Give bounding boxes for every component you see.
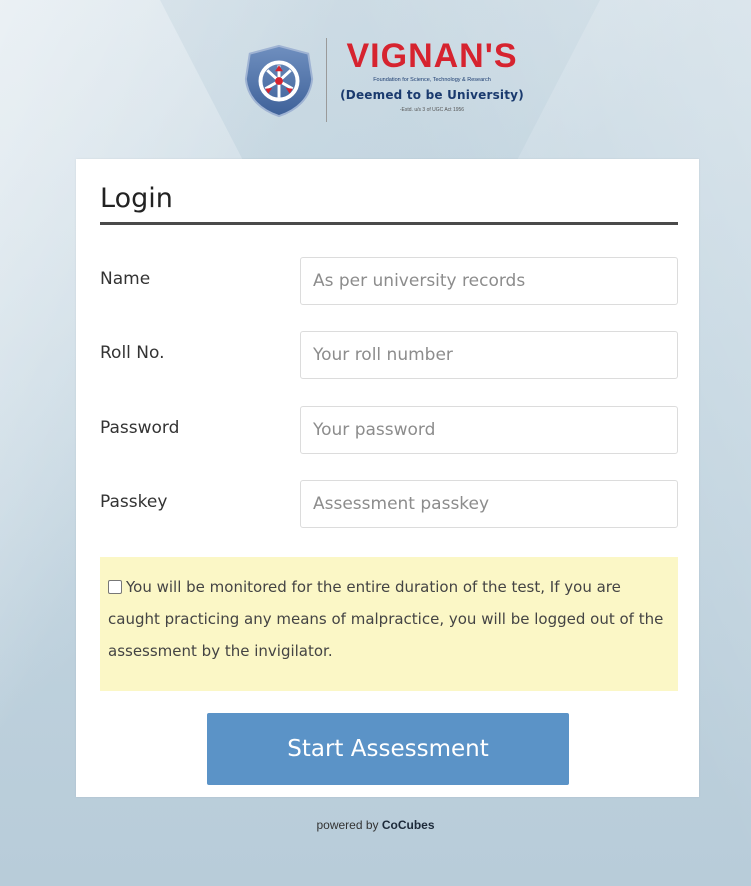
brand-name: VIGNAN'S xyxy=(346,37,518,75)
monitoring-notice: You will be monitored for the entire dur… xyxy=(100,557,678,691)
start-assessment-button[interactable]: Start Assessment xyxy=(207,713,569,785)
agree-checkbox[interactable] xyxy=(108,580,122,594)
name-row: Name xyxy=(100,257,678,307)
name-input[interactable] xyxy=(300,257,678,305)
brand-estd: -Estd. u/s 3 of UGC Act 1956 xyxy=(399,107,465,113)
university-logo: VIGNAN'S Foundation for Science, Technol… xyxy=(240,38,530,134)
university-emblem-icon xyxy=(244,44,314,118)
logo-divider xyxy=(326,38,327,122)
password-row: Password xyxy=(100,406,678,456)
password-input[interactable] xyxy=(300,406,678,454)
passkey-label: Passkey xyxy=(100,492,168,512)
passkey-input[interactable] xyxy=(300,480,678,528)
powered-brand: CoCubes xyxy=(381,818,435,832)
notice-text: You will be monitored for the entire dur… xyxy=(108,578,664,660)
brand-deemed: (Deemed to be University) xyxy=(340,88,524,102)
login-card: Login Name Roll No. Password Passkey You… xyxy=(76,159,699,797)
roll-row: Roll No. xyxy=(100,331,678,381)
logo-text: VIGNAN'S Foundation for Science, Technol… xyxy=(337,38,527,113)
roll-label: Roll No. xyxy=(100,343,165,363)
password-label: Password xyxy=(100,418,180,438)
brand-subtitle: Foundation for Science, Technology & Res… xyxy=(373,77,491,83)
login-title: Login xyxy=(100,183,678,225)
passkey-row: Passkey xyxy=(100,480,678,530)
name-label: Name xyxy=(100,269,151,289)
powered-by: powered by CoCubes xyxy=(0,818,751,832)
roll-input[interactable] xyxy=(300,331,678,379)
powered-prefix: powered by xyxy=(316,818,379,832)
